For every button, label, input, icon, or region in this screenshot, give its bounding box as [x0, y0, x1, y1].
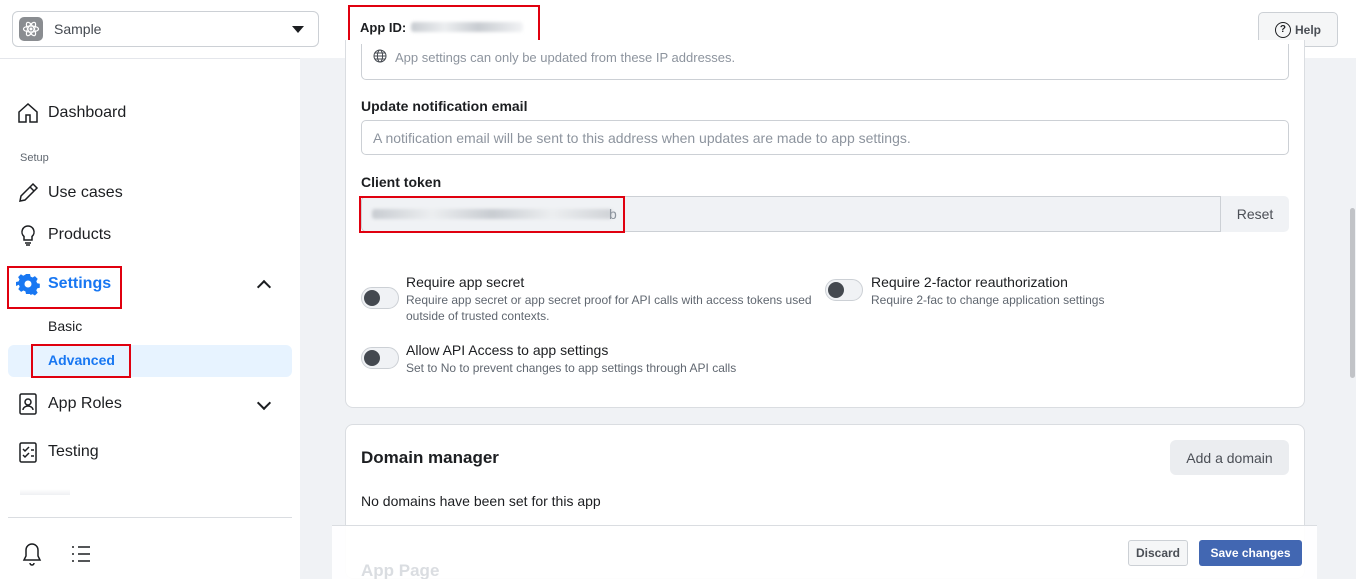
require-2fa-title: Require 2-factor reauthorization — [871, 274, 1068, 290]
globe-icon — [373, 49, 387, 66]
save-changes-button[interactable]: Save changes — [1199, 540, 1302, 566]
sidebar-divider — [8, 517, 292, 518]
server-ip-whitelist-field[interactable]: App settings can only be updated from th… — [361, 44, 1289, 80]
discard-button[interactable]: Discard — [1128, 540, 1188, 566]
sidebar: Dashboard Setup Use cases Products Setti… — [0, 58, 300, 579]
annotation-highlight-client-token — [359, 196, 625, 233]
help-label: Help — [1294, 22, 1321, 37]
sidebar-item-label: Dashboard — [48, 104, 127, 121]
require-app-secret-desc: Require app secret or app secret proof f… — [406, 293, 812, 323]
sidebar-faded-overflow — [20, 489, 70, 495]
main-scrollbar[interactable] — [1348, 58, 1356, 579]
toggle-knob — [364, 290, 380, 306]
question-circle-icon: ? — [1274, 21, 1291, 38]
ip-hint-text: App settings can only be updated from th… — [395, 50, 736, 65]
app-page-section-title: App Page — [361, 561, 440, 579]
client-token-label: Client token — [361, 174, 442, 190]
section-label-setup: Setup — [20, 152, 49, 164]
notification-email-placeholder: A notification email will be sent to thi… — [373, 129, 911, 146]
app-selector-dropdown[interactable]: Sample — [12, 11, 319, 47]
sidebar-item-label: Products — [48, 226, 112, 243]
app-id-value-redacted — [411, 22, 524, 32]
require-app-secret-title: Require app secret — [406, 274, 525, 290]
require-app-secret-toggle[interactable] — [361, 287, 399, 309]
app-name: Sample — [54, 21, 102, 37]
id-badge-icon — [16, 392, 40, 416]
sidebar-item-label: Use cases — [48, 184, 123, 201]
sidebar-item-label: Testing — [48, 443, 99, 460]
sidebar-item-testing[interactable]: Testing — [16, 440, 99, 464]
sidebar-item-use-cases[interactable]: Use cases — [16, 181, 123, 205]
pencil-icon — [16, 181, 40, 205]
reset-token-button[interactable]: Reset — [1221, 196, 1289, 232]
checklist-icon — [16, 440, 40, 464]
app-id-label: App ID: — [360, 19, 407, 35]
lightbulb-icon — [16, 223, 40, 247]
chevron-up-icon[interactable] — [256, 279, 272, 295]
scrollbar-thumb[interactable] — [1350, 208, 1355, 378]
domain-manager-empty-text: No domains have been set for this app — [361, 493, 601, 509]
annotation-highlight-advanced — [31, 344, 131, 378]
toggle-knob — [364, 350, 380, 366]
annotation-highlight-settings — [7, 266, 122, 309]
notification-email-label: Update notification email — [361, 98, 528, 114]
sidebar-item-products[interactable]: Products — [16, 223, 111, 247]
allow-api-access-toggle[interactable] — [361, 347, 399, 369]
list-icon[interactable] — [70, 544, 92, 569]
toggle-knob — [828, 282, 844, 298]
sidebar-subitem-basic[interactable]: Basic — [48, 318, 82, 334]
app-react-icon — [19, 17, 43, 41]
home-icon — [16, 101, 40, 125]
bell-icon[interactable] — [20, 541, 44, 572]
require-2fa-toggle[interactable] — [825, 279, 863, 301]
require-2fa-desc: Require 2-fac to change application sett… — [871, 293, 1105, 307]
add-domain-button[interactable]: Add a domain — [1170, 440, 1289, 475]
caret-down-icon — [292, 26, 304, 33]
allow-api-access-title: Allow API Access to app settings — [406, 342, 609, 358]
sidebar-item-dashboard[interactable]: Dashboard — [16, 101, 126, 125]
notification-email-field[interactable]: A notification email will be sent to thi… — [361, 120, 1289, 155]
sidebar-item-label: App Roles — [48, 395, 122, 412]
allow-api-access-desc: Set to No to prevent changes to app sett… — [406, 361, 737, 375]
sidebar-item-app-roles[interactable]: App Roles — [16, 392, 122, 416]
chevron-down-icon[interactable] — [256, 395, 272, 411]
domain-manager-title: Domain manager — [361, 448, 499, 467]
